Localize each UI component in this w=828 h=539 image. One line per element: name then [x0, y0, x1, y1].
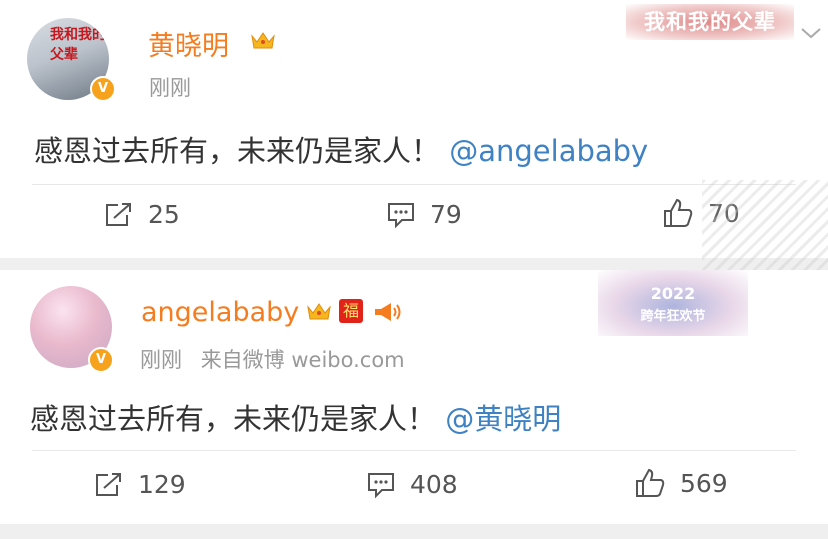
post-meta: 刚刚 来自微博 weibo.com [140, 344, 417, 374]
like-button[interactable]: 569 [634, 468, 728, 498]
stamp-subtitle: 跨年狂欢节 [640, 309, 706, 324]
thumbs-up-icon [664, 198, 693, 227]
repost-button[interactable]: 25 [104, 200, 180, 229]
megaphone-icon [375, 303, 401, 321]
author-name[interactable]: angelababy [141, 297, 299, 328]
chevron-down-icon[interactable] [800, 26, 822, 40]
post-source[interactable]: 来自微博 weibo.com [201, 348, 405, 372]
fu-badge-icon: 福 [339, 299, 363, 323]
repost-icon [106, 202, 131, 226]
post-body: 感恩过去所有，未来仍是家人！ [30, 402, 437, 436]
comment-button[interactable]: 79 [386, 200, 462, 229]
repost-icon [96, 472, 121, 496]
divider [32, 450, 796, 451]
weibo-post: V angelababy 福 刚刚 来自微博 weibo.com 2022 跨年… [0, 270, 828, 524]
post-time: 刚刚 [149, 76, 191, 100]
avatar-caption: 我和我的父辈 [50, 27, 106, 63]
like-count: 569 [680, 468, 728, 498]
divider [32, 184, 796, 185]
post-meta: 刚刚 [149, 72, 203, 102]
repost-count: 129 [138, 470, 186, 499]
verified-v-icon: V [90, 76, 116, 102]
event-stamp: 我和我的父辈 [626, 4, 794, 40]
verified-v-icon: V [88, 347, 114, 373]
comment-count: 408 [410, 470, 458, 499]
repost-button[interactable]: 129 [94, 470, 186, 499]
mention-link[interactable]: @angelababy [449, 134, 648, 168]
post-text: 感恩过去所有，未来仍是家人！ @angelababy [34, 128, 648, 170]
thumbs-up-icon [636, 468, 665, 497]
post-text: 感恩过去所有，未来仍是家人！ @黄晓明 [30, 396, 561, 438]
comment-count: 79 [430, 200, 462, 229]
mention-link[interactable]: @黄晓明 [445, 402, 561, 436]
comment-icon [368, 472, 394, 498]
stamp-year: 2022 [650, 284, 696, 303]
post-time: 刚刚 [140, 348, 182, 372]
comment-button[interactable]: 408 [366, 470, 458, 499]
crown-icon [251, 32, 275, 49]
post-body: 感恩过去所有，未来仍是家人！ [34, 134, 441, 168]
comment-icon [388, 202, 414, 228]
repost-count: 25 [148, 200, 180, 229]
crown-icon [307, 303, 331, 320]
watermark [702, 180, 828, 270]
author-name[interactable]: 黄晓明 [148, 24, 229, 63]
event-stamp: 2022 跨年狂欢节 [598, 270, 748, 336]
weibo-post: 我和我的父辈 V 黄晓明 刚刚 我和我的父辈 感恩过去所有，未来仍是家人！ @a… [0, 0, 828, 270]
